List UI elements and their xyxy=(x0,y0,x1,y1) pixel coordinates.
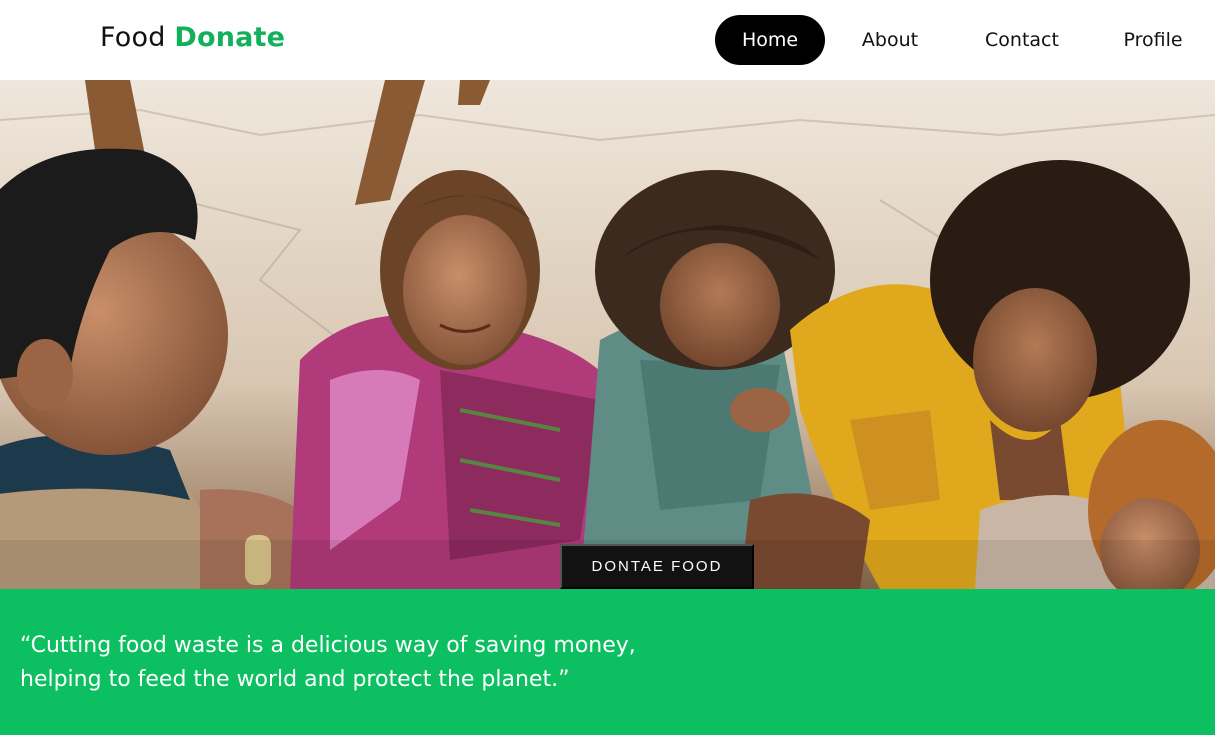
site-header: Food Donate Home About Contact Profile xyxy=(0,0,1215,80)
logo-text-donate: Donate xyxy=(174,22,286,53)
nav-contact-link[interactable]: Contact xyxy=(981,15,1063,65)
nav-about-link[interactable]: About xyxy=(860,15,920,65)
nav-home-link[interactable]: Home xyxy=(715,15,825,65)
quote-band: “Cutting food waste is a delicious way o… xyxy=(0,589,1215,735)
quote-text: “Cutting food waste is a delicious way o… xyxy=(20,629,720,697)
hero-illustration xyxy=(0,80,1215,589)
donate-food-button[interactable]: DONTAE FOOD xyxy=(560,544,754,589)
nav-profile-link[interactable]: Profile xyxy=(1122,15,1184,65)
site-logo[interactable]: Food Donate xyxy=(100,22,285,53)
logo-text-food: Food xyxy=(100,22,166,53)
page: Food Donate Home About Contact Profile D… xyxy=(0,0,1215,735)
quote-line-2: helping to feed the world and protect th… xyxy=(20,667,570,692)
quote-line-1: “Cutting food waste is a delicious way o… xyxy=(20,633,636,658)
hero-photo xyxy=(0,80,1215,589)
